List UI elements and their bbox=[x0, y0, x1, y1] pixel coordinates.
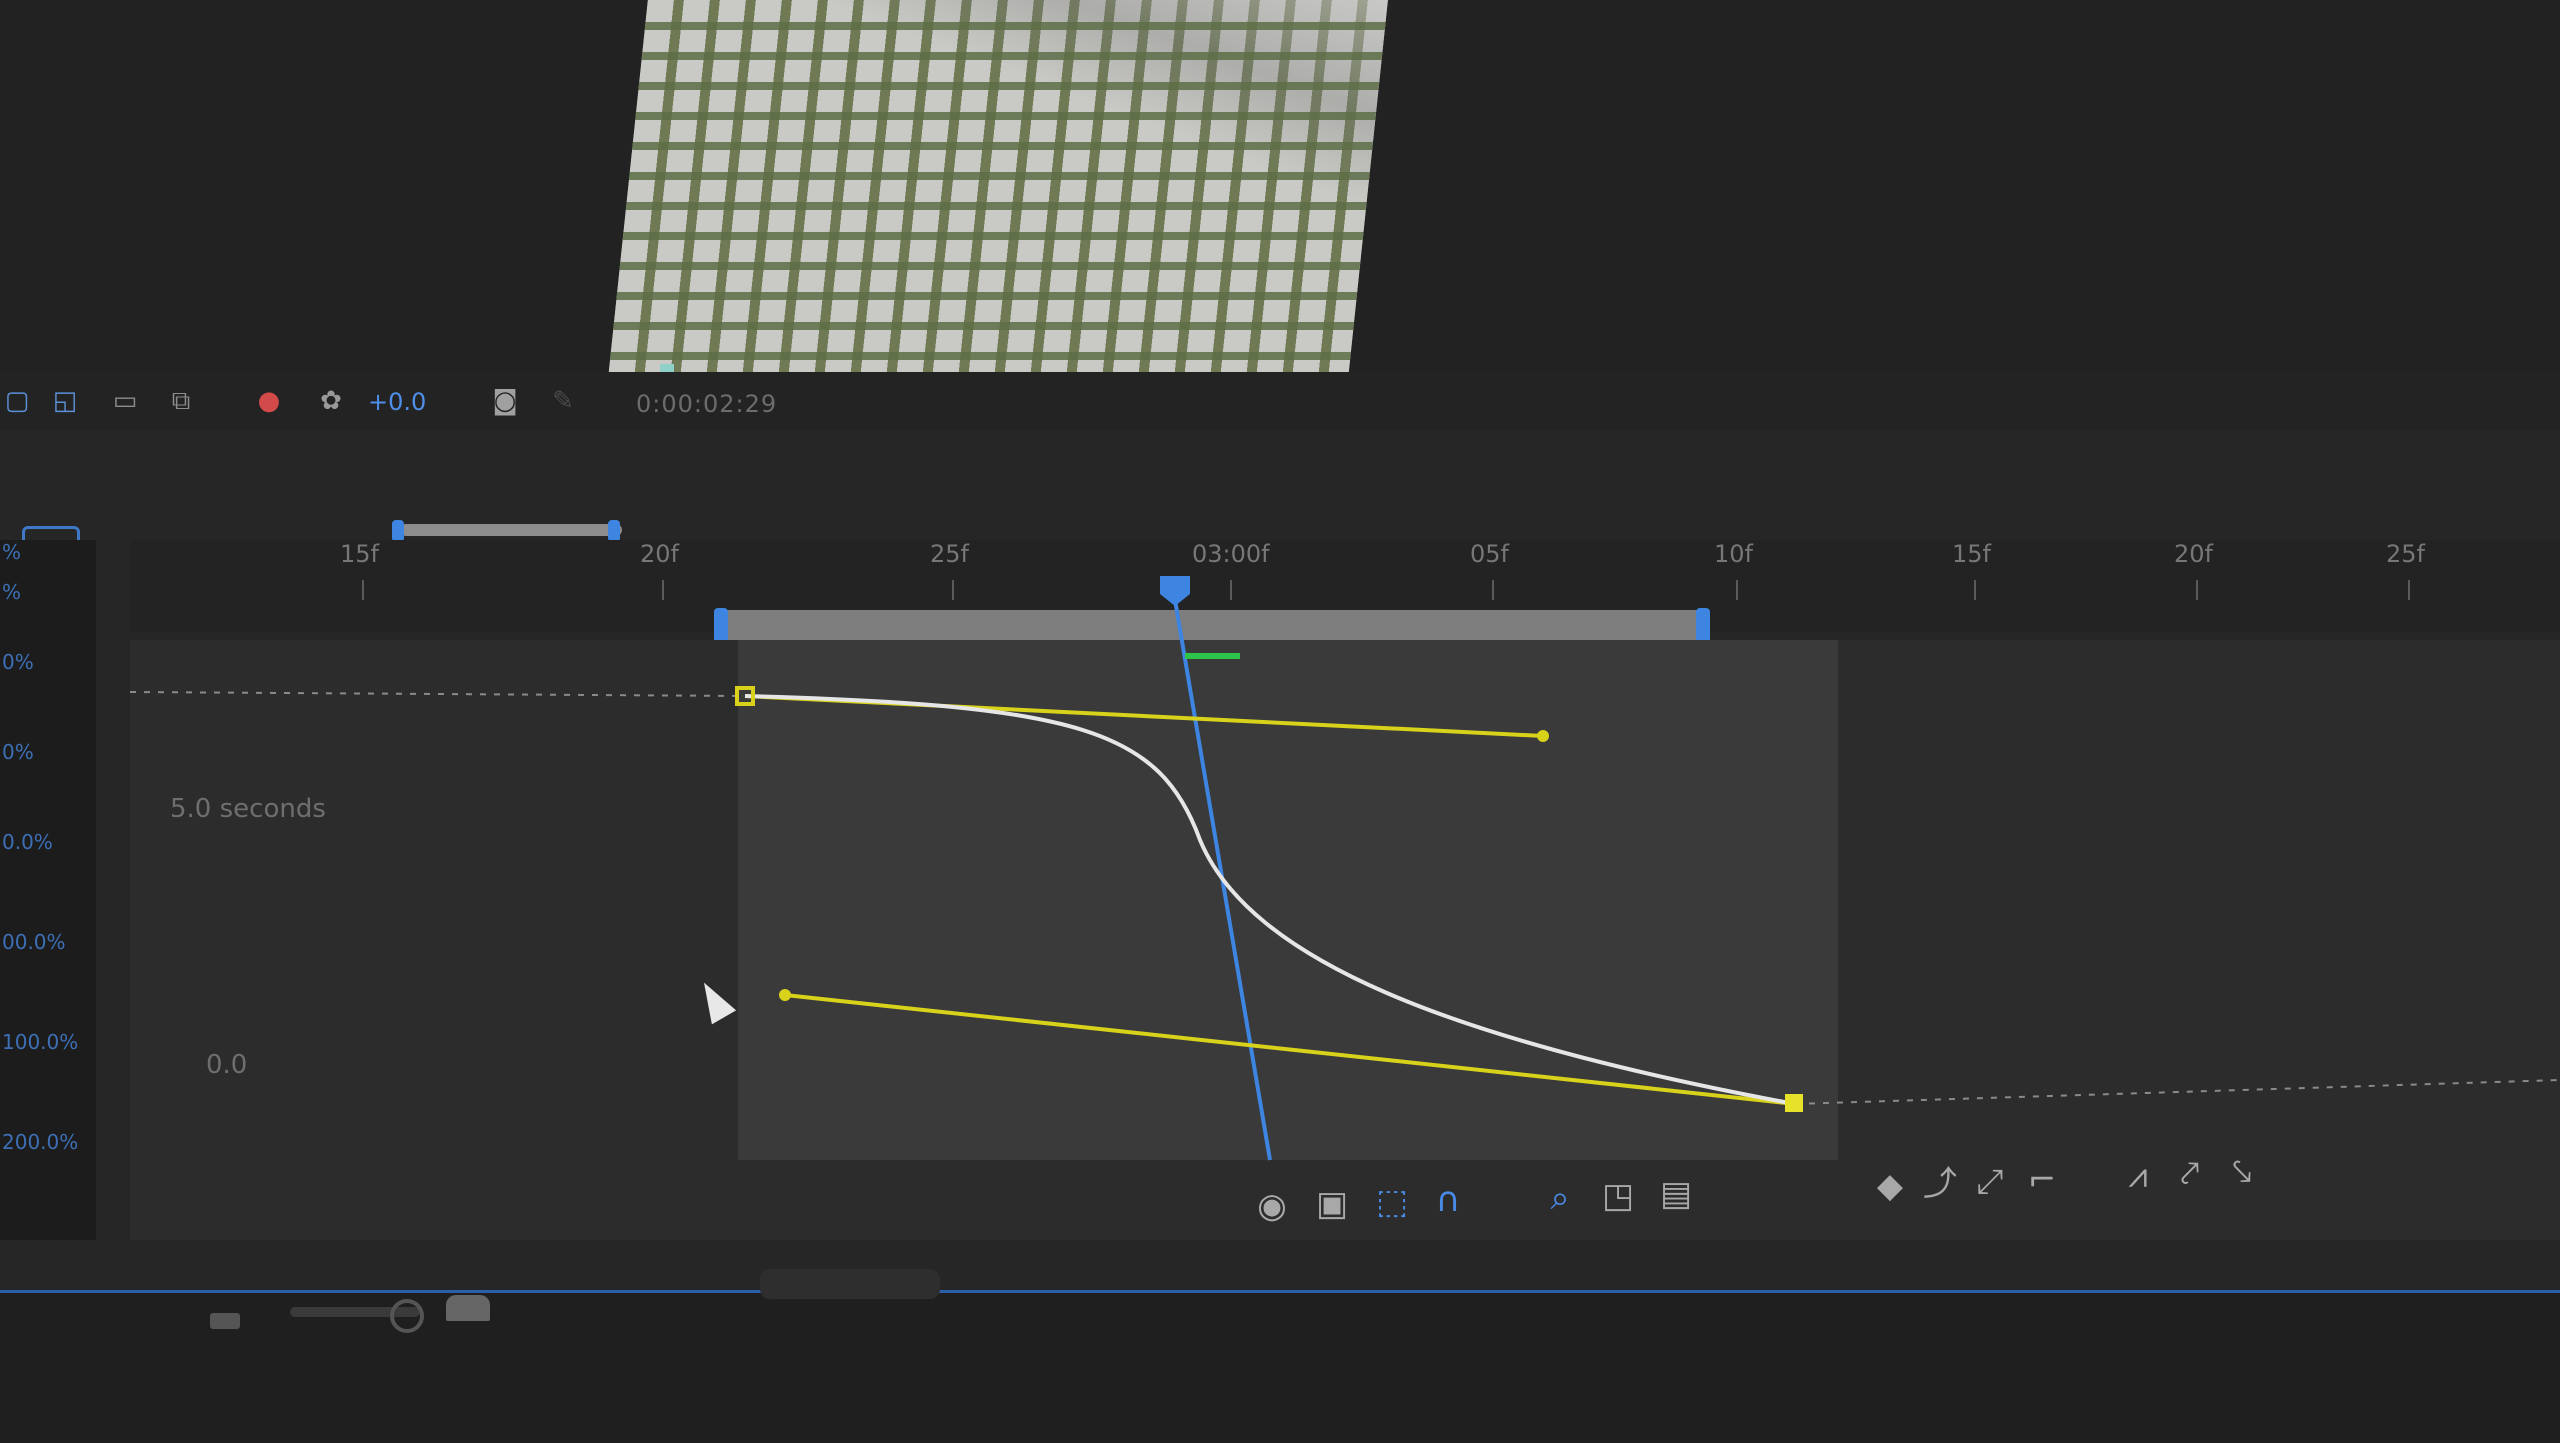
graph-type-icon[interactable]: ▣ bbox=[1312, 1184, 1352, 1224]
bezier-handle-in bbox=[784, 993, 1796, 1106]
keyframe-end bbox=[1785, 1094, 1803, 1112]
zoom-slider-thumb[interactable] bbox=[390, 1299, 424, 1333]
fit-all-icon[interactable]: ◳ bbox=[1598, 1176, 1638, 1216]
zoom-out-icon[interactable] bbox=[210, 1313, 240, 1329]
dotted-extension-left bbox=[129, 691, 746, 697]
timeline-scrollbar[interactable] bbox=[760, 1269, 940, 1299]
separate-dimensions-icon[interactable]: ⌐ bbox=[2022, 1160, 2062, 1200]
timeline-footer bbox=[0, 1269, 2560, 1443]
convert-hold-icon[interactable]: ⤴ bbox=[1920, 1164, 1960, 1204]
eye-icon[interactable]: ◉ bbox=[1252, 1186, 1292, 1226]
edit-keyframe-icon[interactable]: ◆ bbox=[1870, 1166, 1910, 1206]
transform-box-icon[interactable]: ⬚ bbox=[1372, 1182, 1412, 1222]
snap-icon[interactable]: ∩ bbox=[1428, 1180, 1468, 1220]
value-curve bbox=[744, 694, 1796, 1106]
easy-ease-icon[interactable]: ⩘ bbox=[2118, 1156, 2158, 1196]
handle-point-in bbox=[779, 989, 791, 1001]
handle-point-out bbox=[1537, 730, 1549, 742]
dotted-extension-right bbox=[1794, 1079, 2560, 1105]
easy-ease-out-icon[interactable]: ⤥ bbox=[2222, 1152, 2262, 1192]
easy-ease-in-icon[interactable]: ⤤ bbox=[2170, 1154, 2210, 1194]
fit-selection-icon[interactable]: ⌕ bbox=[1540, 1178, 1580, 1218]
convert-auto-bezier-icon[interactable]: ⤢ bbox=[1970, 1162, 2010, 1202]
zoom-in-icon[interactable] bbox=[446, 1295, 490, 1321]
auto-zoom-icon[interactable]: ▤ bbox=[1656, 1174, 1696, 1214]
